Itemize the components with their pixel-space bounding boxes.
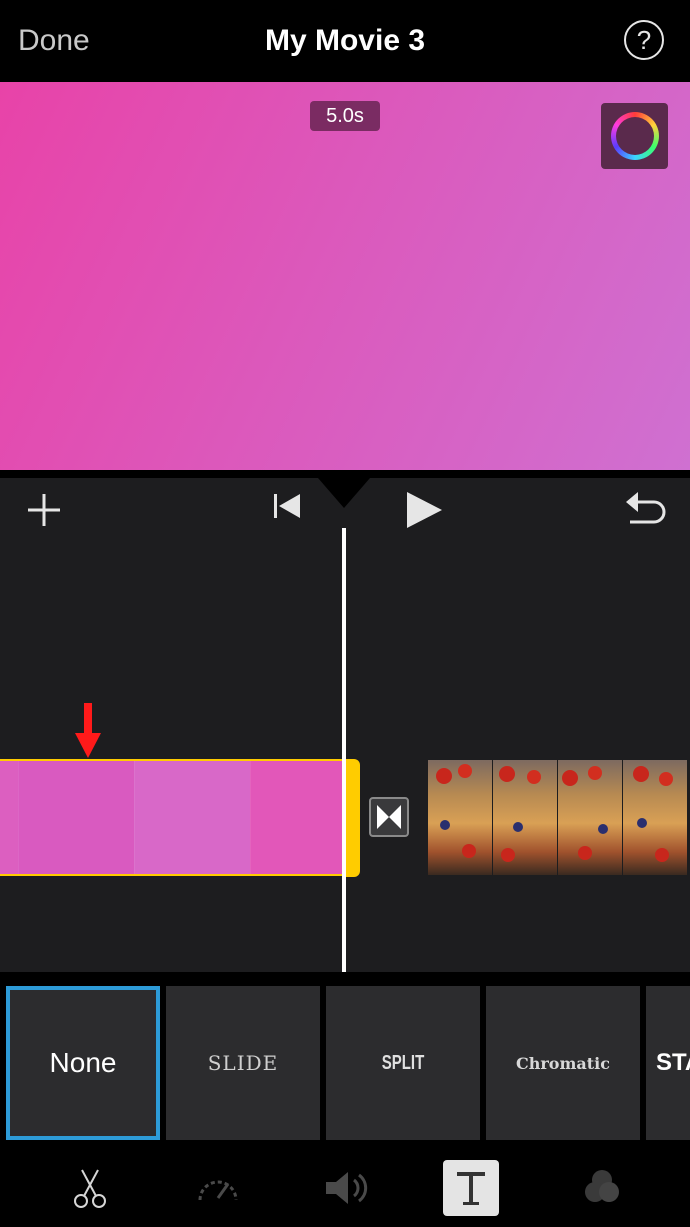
- transition-none[interactable]: None: [6, 986, 160, 1140]
- transition-split[interactable]: SPLIT: [326, 986, 480, 1140]
- play-icon[interactable]: [404, 490, 444, 530]
- duration-badge: 5.0s: [310, 101, 380, 131]
- clip-frame-divider: [250, 761, 251, 874]
- color-picker-button[interactable]: [601, 103, 668, 169]
- strawberry-detail: [462, 844, 476, 858]
- transition-label: STA: [656, 1049, 690, 1076]
- clip-thumbnail: [558, 760, 622, 875]
- red-arrow-annotation: [75, 703, 101, 758]
- transition-button[interactable]: [369, 797, 409, 837]
- clip-frame-divider: [134, 761, 135, 874]
- text-tool-button[interactable]: [443, 1160, 499, 1216]
- speed-icon[interactable]: [190, 1160, 246, 1216]
- scissors-icon[interactable]: [62, 1160, 118, 1216]
- strawberry-detail: [562, 770, 578, 786]
- color-wheel-icon: [611, 112, 659, 160]
- transition-label: SPLIT: [381, 1051, 425, 1074]
- text-icon: [457, 1172, 485, 1205]
- help-button[interactable]: ?: [624, 20, 664, 60]
- blueberry-detail: [440, 820, 450, 830]
- transition-slide[interactable]: SLIDE: [166, 986, 320, 1140]
- project-title: My Movie 3: [264, 24, 426, 57]
- transition-icon: [377, 805, 401, 829]
- plus-icon[interactable]: [24, 490, 64, 530]
- volume-icon[interactable]: [318, 1160, 374, 1216]
- undo-icon[interactable]: [624, 488, 668, 528]
- clip-thumbnail: [428, 760, 492, 875]
- transition-standard[interactable]: STA: [646, 986, 690, 1140]
- strawberry-detail: [499, 766, 515, 782]
- strawberry-detail: [458, 764, 472, 778]
- pancake-clip[interactable]: [428, 760, 690, 875]
- strawberry-detail: [655, 848, 669, 862]
- strawberry-detail: [578, 846, 592, 860]
- transition-label: SLIDE: [207, 1051, 279, 1075]
- playhead-line: [342, 528, 346, 972]
- skip-to-start-icon[interactable]: [272, 492, 302, 520]
- playhead-marker: [318, 478, 370, 508]
- transition-chromatic[interactable]: Chromatic: [486, 986, 640, 1140]
- blueberry-detail: [598, 824, 608, 834]
- clip-frame-divider: [18, 761, 19, 874]
- video-preview[interactable]: [0, 82, 690, 470]
- transition-label: Chromatic: [516, 1053, 610, 1073]
- clip-thumbnail: [623, 760, 687, 875]
- strawberry-detail: [501, 848, 515, 862]
- strawberry-detail: [436, 768, 452, 784]
- filters-icon[interactable]: [574, 1160, 630, 1216]
- strawberry-detail: [659, 772, 673, 786]
- clip-thumbnail: [493, 760, 557, 875]
- strawberry-detail: [527, 770, 541, 784]
- transition-label: None: [49, 1047, 117, 1078]
- selected-clip[interactable]: [0, 759, 344, 876]
- strawberry-detail: [633, 766, 649, 782]
- blueberry-detail: [637, 818, 647, 828]
- blueberry-detail: [513, 822, 523, 832]
- strawberry-detail: [588, 766, 602, 780]
